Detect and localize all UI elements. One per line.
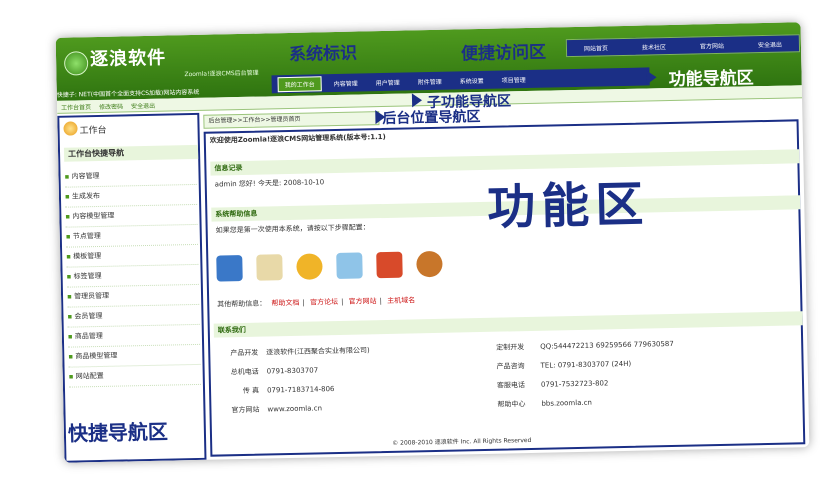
link-domain[interactable]: 主机域名: [387, 296, 415, 305]
contact-key: 客服电话: [496, 380, 526, 390]
sidebar-item-publish[interactable]: 生成发布: [64, 184, 198, 208]
sidebar-item-tags[interactable]: 标签管理: [66, 264, 199, 288]
quick-link-community[interactable]: 技术社区: [642, 42, 666, 52]
tab-users[interactable]: 用户管理: [370, 75, 406, 89]
sidebar: 工作台 工作台快捷导航 内容管理 生成发布 内容模型管理 节点管理 模板管理 标…: [57, 112, 207, 463]
quick-nav-label: 快捷导航区: [67, 419, 169, 446]
sidebar-item-templates[interactable]: 模板管理: [66, 244, 199, 268]
search-icon[interactable]: [376, 251, 403, 279]
sidebar-menu: 内容管理 生成发布 内容模型管理 节点管理 模板管理 标签管理 管理员管理 会员…: [64, 164, 201, 388]
contact-value: 0791-7183714-806: [266, 384, 335, 394]
user-icon[interactable]: [416, 250, 443, 278]
quick-nav-title: 工作台快捷导航: [63, 144, 199, 162]
brand-subtitle: Zoomla!逐浪CMS后台管理: [184, 69, 259, 79]
contact-table: 产品开发 逐浪软件(江西聚合实业有限公司) 定制开发 QQ:544472213 …: [218, 331, 799, 419]
gear-icon[interactable]: [296, 253, 323, 280]
workbench-title: 工作台: [79, 125, 107, 137]
help-links-label: 其他帮助信息：: [217, 299, 267, 309]
tab-attachments[interactable]: 附件管理: [412, 74, 448, 88]
contact-value[interactable]: www.zoomla.cn: [267, 400, 497, 413]
tab-content[interactable]: 内容管理: [328, 76, 364, 90]
link-forum[interactable]: 官方论坛: [310, 298, 338, 307]
contact-value[interactable]: bbs.zoomla.cn: [541, 398, 592, 407]
logo-icon: [63, 51, 89, 76]
main-content: 欢迎使用Zoomla!逐浪CMS网站管理系统(版本号:1.1) 信息记录 adm…: [203, 119, 806, 457]
contact-key: 传 真: [242, 386, 260, 395]
sidebar-item-nodes[interactable]: 节点管理: [65, 224, 198, 248]
contact-key: 产品开发: [230, 348, 259, 357]
quick-access-bar: 网站首页 技术社区 官方网站 安全退出: [565, 34, 801, 58]
subnav-password[interactable]: 修改密码: [99, 101, 123, 111]
sidebar-item-site-config[interactable]: 网站配置: [68, 364, 201, 388]
breadcrumb: 后台管理>>工作台>>管理员首页: [203, 111, 380, 129]
help-text: 如果您是第一次使用本系统，请按以下步骤配置：: [215, 223, 370, 235]
contact-value: QQ:544472213 69259566 779630587: [540, 339, 674, 351]
function-area-label: 功能区: [486, 176, 650, 236]
edit-icon[interactable]: [256, 254, 283, 281]
contact-value: 0791-7532723-802: [540, 378, 609, 389]
subnav-home[interactable]: 工作台首页: [61, 102, 91, 112]
footer-copyright: © 2008-2010 逐浪软件 Inc. All Rights Reserve…: [392, 436, 532, 447]
sidebar-item-content-model[interactable]: 内容模型管理: [65, 204, 198, 228]
contact-value: 逐浪软件(江西聚合实业有限公司): [266, 345, 370, 357]
contact-value: TEL: 0791-8303707 (24H): [540, 359, 632, 370]
quick-link-home[interactable]: 网站首页: [584, 43, 608, 53]
tab-projects[interactable]: 项目管理: [496, 72, 532, 86]
quick-access-label: 便捷访问区: [460, 42, 547, 65]
tab-workbench[interactable]: 我的工作台: [277, 75, 322, 92]
quick-link-official[interactable]: 官方网站: [700, 40, 724, 50]
nav-arrow-icon: [646, 70, 657, 85]
breadcrumb-label: 后台位置导航区: [382, 108, 481, 128]
contact-key: 产品咨询: [496, 361, 525, 371]
contact-key: 定制开发: [496, 342, 525, 352]
help-links: 其他帮助信息： 帮助文档 | 官方论坛 | 官方网站 | 主机域名: [217, 296, 416, 309]
subnav-logout[interactable]: 安全退出: [131, 100, 155, 110]
sidebar-item-admins[interactable]: 管理员管理: [66, 284, 200, 308]
sidebar-item-products[interactable]: 商品管理: [67, 324, 201, 348]
workbench-icon: [63, 121, 78, 136]
welcome-text: 欢迎使用Zoomla!逐浪CMS网站管理系统(版本号:1.1): [209, 132, 386, 145]
tab-settings[interactable]: 系统设置: [454, 73, 490, 87]
brand-name: 逐浪软件: [89, 47, 167, 71]
quick-link-logout[interactable]: 安全退出: [758, 39, 782, 49]
logo[interactable]: 逐浪软件 Zoomla!逐浪CMS后台管理: [63, 41, 280, 90]
contact-key: 官方网站: [231, 405, 260, 414]
contact-key: 帮助中心: [497, 399, 526, 409]
subnav-arrow-icon: [411, 93, 423, 108]
sidebar-item-product-model[interactable]: 商品模型管理: [68, 344, 201, 368]
help-icons: [216, 250, 443, 282]
sidebar-item-content[interactable]: 内容管理: [64, 164, 197, 188]
info-text: admin 您好! 今天是: 2008-10-10: [214, 178, 325, 189]
link-official-site[interactable]: 官方网站: [349, 297, 377, 306]
image-icon[interactable]: [336, 252, 363, 280]
sidebar-item-members[interactable]: 会员管理: [67, 304, 200, 328]
contact-value: 0791-8303707: [266, 365, 319, 376]
screenshot-frame: 逐浪软件 Zoomla!逐浪CMS后台管理 快捷子: NET(中国首个全面支持C…: [55, 22, 810, 463]
config-icon[interactable]: [216, 254, 243, 282]
link-help-docs[interactable]: 帮助文档: [271, 299, 299, 308]
contact-key: 总机电话: [230, 367, 259, 376]
system-label: 系统标识: [288, 43, 358, 65]
